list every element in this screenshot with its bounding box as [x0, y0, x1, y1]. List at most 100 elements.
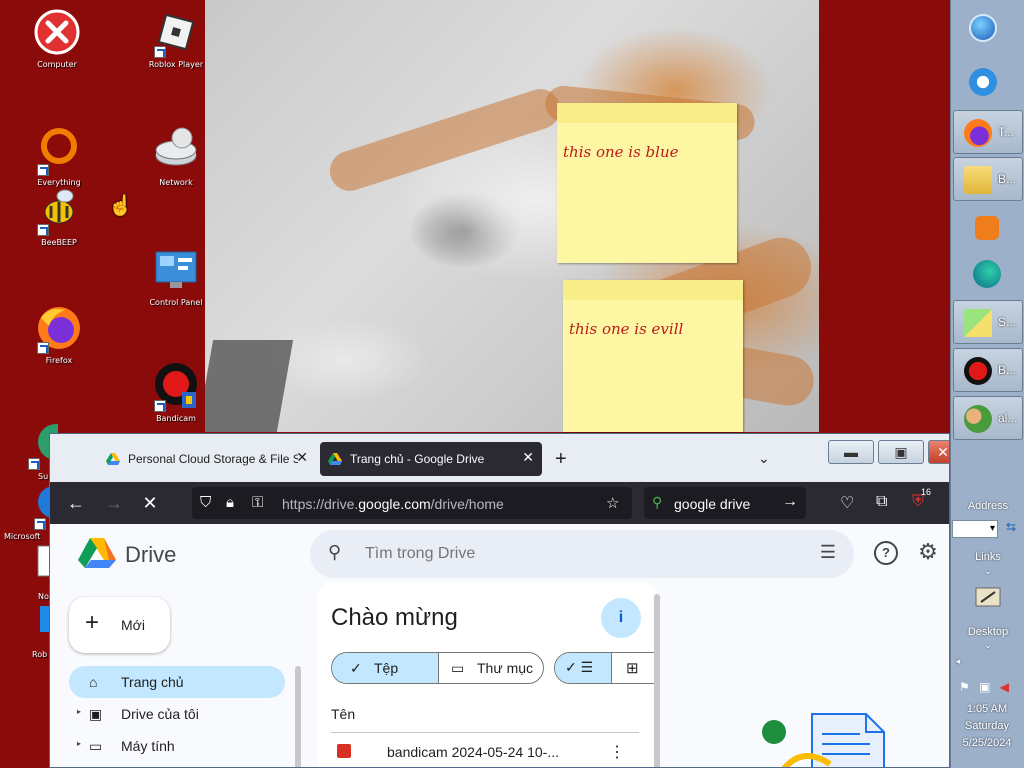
- bookmark-star-icon[interactable]: ☆: [606, 494, 619, 512]
- tab-google-drive-home[interactable]: Trang chủ - Google Drive ✕: [320, 442, 542, 476]
- address-input[interactable]: [952, 520, 998, 538]
- taskbar-button-label: B...: [998, 172, 1017, 186]
- go-arrow-icon[interactable]: ⇆: [1002, 520, 1020, 538]
- chip-files[interactable]: ✓ Tệp: [332, 653, 438, 683]
- column-header-name[interactable]: Tên: [331, 706, 355, 722]
- desktop-icon-everything[interactable]: Everything: [24, 126, 94, 187]
- chip-label: Thư mục: [477, 660, 534, 676]
- taskbar-button-folder[interactable]: B...: [953, 157, 1023, 201]
- desktop-toolbar-label[interactable]: Desktop: [951, 626, 1024, 638]
- lock-icon[interactable]: 🔒︎: [226, 494, 234, 511]
- extensions-icon[interactable]: ⧉: [876, 493, 887, 511]
- flag-icon[interactable]: ⚑: [959, 680, 970, 694]
- sidebar-scrollbar[interactable]: [295, 666, 301, 767]
- desktop-icon-roblox-player[interactable]: Roblox Player: [141, 8, 211, 69]
- taskbar-button-users[interactable]: al...: [953, 396, 1023, 440]
- desktop-icon-no[interactable]: No: [28, 540, 50, 601]
- chip-folders[interactable]: ▭ Thư mục: [438, 653, 543, 683]
- sidebar-item-my-drive[interactable]: ▸ ▣ Drive của tôi: [69, 698, 285, 730]
- start-button[interactable]: [953, 6, 1023, 50]
- notepad-icon: [36, 540, 50, 588]
- info-icon[interactable]: i: [601, 598, 641, 638]
- clock-time[interactable]: 1:05 AM: [950, 703, 1024, 715]
- empty-state-illustration: [750, 704, 910, 767]
- search-icon[interactable]: ⚲: [328, 542, 341, 563]
- url-bar[interactable]: ⛉ 🔒︎ ⚿ https://drive.google.com/drive/ho…: [192, 487, 632, 519]
- close-tab-icon[interactable]: ✕: [522, 449, 534, 466]
- bandicam-icon: [152, 362, 200, 412]
- volume-muted-icon[interactable]: ◀: [1000, 680, 1009, 694]
- shortcut-arrow-icon: [37, 224, 49, 236]
- drive-title[interactable]: Drive: [125, 542, 176, 568]
- list-view-button[interactable]: ✓ ☰: [555, 653, 611, 683]
- list-all-tabs-chevron-icon[interactable]: ⌄: [758, 450, 770, 467]
- filter-chips: ✓ Tệp ▭ Thư mục: [331, 652, 544, 684]
- taskbar-button-firefox[interactable]: T...: [953, 110, 1023, 154]
- desktop-icon-control-panel[interactable]: Control Panel: [141, 246, 211, 307]
- sidebar-item-home[interactable]: ⌂ Trang chủ: [69, 666, 285, 698]
- stop-loading-icon[interactable]: ✕: [138, 493, 162, 514]
- quicklaunch-internet-explorer[interactable]: [953, 60, 1023, 104]
- search-go-arrow-icon[interactable]: →: [782, 493, 798, 511]
- list-icon: ☰: [580, 659, 594, 675]
- desktop-icon-computer[interactable]: Computer: [22, 8, 92, 69]
- desktop-icon-rob[interactable]: Rob: [30, 598, 50, 659]
- search-filter-icon[interactable]: ☰: [820, 542, 836, 563]
- google-drive-logo-icon[interactable]: [78, 536, 116, 570]
- windows-start-icon: [969, 14, 997, 42]
- table-row[interactable]: bandicam 2024-05-24 10-... ⋮: [331, 734, 639, 767]
- grid-view-button[interactable]: ⊞: [611, 653, 656, 683]
- more-options-icon[interactable]: ⋮: [609, 742, 625, 762]
- taskbar-button-edge[interactable]: [953, 252, 1023, 296]
- shortcut-arrow-icon: [37, 164, 49, 176]
- minimize-button[interactable]: ▬: [828, 440, 874, 464]
- bee-icon: [35, 186, 83, 236]
- help-icon[interactable]: ?: [874, 541, 898, 565]
- pocket-icon[interactable]: ♡: [840, 493, 854, 513]
- expand-caret-icon[interactable]: ▸: [77, 739, 81, 748]
- forward-arrow-icon[interactable]: →: [102, 493, 126, 514]
- taskbar-button-media-player[interactable]: [953, 206, 1023, 250]
- network-status-icon[interactable]: ▣: [979, 680, 990, 694]
- maximize-button[interactable]: ▣: [878, 440, 924, 464]
- chip-label: Tệp: [374, 660, 399, 676]
- tray-icons[interactable]: ⚑ ▣ ◀: [959, 680, 1019, 698]
- internet-explorer-icon: [969, 68, 997, 96]
- key-icon[interactable]: ⚿: [252, 494, 263, 511]
- desktop-icon-beebeep[interactable]: BeeBEEP: [24, 186, 94, 247]
- close-window-button[interactable]: ✕: [928, 440, 949, 464]
- taskbar-button-sticky-notes[interactable]: S...: [953, 300, 1023, 344]
- new-button[interactable]: + Mới: [69, 597, 170, 653]
- taskbar-button-bandicam[interactable]: B...: [953, 348, 1023, 392]
- back-arrow-icon[interactable]: ←: [64, 493, 88, 514]
- sticky-note-2[interactable]: this one is evill: [563, 280, 743, 432]
- sidebar-item-computers[interactable]: ▸ ▭ Máy tính: [69, 730, 285, 762]
- clock-date[interactable]: 5/25/2024: [950, 737, 1024, 749]
- search-bar[interactable]: ⚲ google drive →: [644, 487, 806, 519]
- page-title: Chào mừng: [331, 604, 458, 631]
- sidebar-item-label: Drive của tôi: [121, 706, 199, 722]
- clock-day[interactable]: Saturday: [950, 720, 1024, 732]
- new-tab-plus-icon[interactable]: +: [555, 448, 567, 471]
- main-scrollbar[interactable]: [654, 594, 660, 767]
- navigation-toolbar: ← → ✕ ⛉ 🔒︎ ⚿ https://drive.google.com/dr…: [50, 482, 949, 524]
- desktop-icon-firefox[interactable]: Firefox: [24, 304, 94, 365]
- tab-personal-cloud-storage[interactable]: Personal Cloud Storage & File S ✕: [98, 442, 316, 476]
- desktop-icon-network[interactable]: Network: [141, 126, 211, 187]
- desktop-icon-microsoft[interactable]: Microsoft: [4, 480, 50, 541]
- grid-icon: ⊞: [626, 660, 639, 677]
- drive-search-input[interactable]: [365, 542, 765, 566]
- links-toolbar-label[interactable]: Links: [951, 551, 1024, 563]
- chevron-down-icon[interactable]: ⌄: [951, 566, 1024, 577]
- chevron-down-icon[interactable]: ⌄: [951, 640, 1024, 651]
- sticky-note-1[interactable]: this one is blue: [557, 103, 737, 263]
- close-tab-icon[interactable]: ✕: [296, 449, 308, 466]
- users-icon: [964, 405, 992, 433]
- desktop-shortcut-icon[interactable]: [973, 584, 1003, 610]
- search-engine-icon[interactable]: ⚲: [652, 494, 662, 511]
- shield-icon[interactable]: ⛉: [200, 494, 211, 511]
- drive-search-box[interactable]: ⚲ ☰: [310, 530, 854, 578]
- expand-caret-icon[interactable]: ▸: [77, 707, 81, 716]
- desktop-icon-bandicam[interactable]: Bandicam: [141, 362, 211, 423]
- gear-icon[interactable]: ⚙: [916, 541, 940, 565]
